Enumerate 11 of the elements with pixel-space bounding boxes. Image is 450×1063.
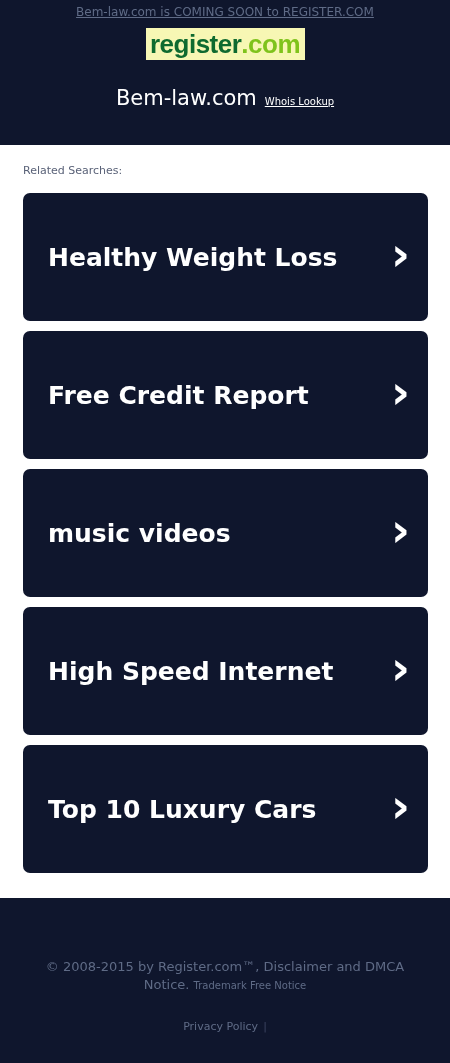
related-searches-title: Related Searches:	[23, 164, 124, 177]
domain-title: Bem-law.com	[115, 86, 257, 110]
search-link[interactable]: Healthy Weight Loss ›	[23, 193, 428, 321]
separator: |	[263, 1020, 267, 1033]
copyright-text: © 2008-2015 by Register.com™, Disclaimer and DMCA Notice. Trademark Free Notice	[44, 958, 406, 994]
register-logo: register.com	[145, 28, 305, 60]
search-link[interactable]: Top 10 Luxury Cars ›	[23, 745, 428, 873]
search-link[interactable]: Free Credit Report ›	[23, 331, 428, 459]
search-link[interactable]: High Speed Internet ›	[23, 607, 428, 735]
search-link[interactable]: music videos ›	[23, 469, 428, 597]
whois-link[interactable]: Whois Lookup	[264, 96, 335, 107]
